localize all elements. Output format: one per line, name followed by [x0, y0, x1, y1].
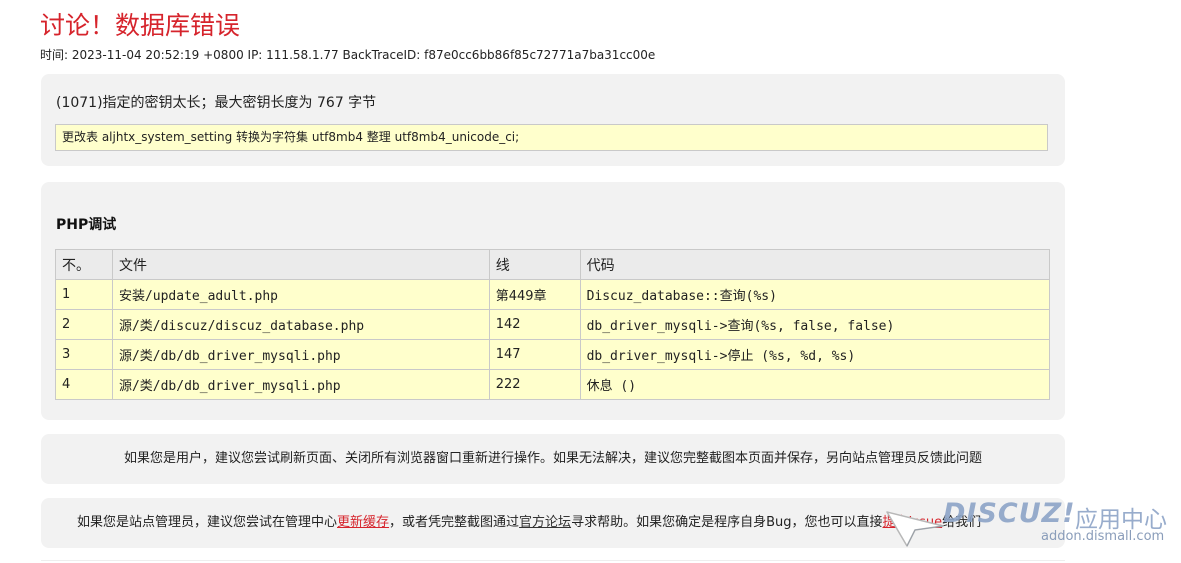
- admin-tip-part1: 如果您是站点管理员，建议您尝试在管理中心: [77, 515, 338, 530]
- error-message: (1071)指定的密钥太长；最大密钥长度为 767 字节: [56, 95, 377, 111]
- row-line: 147: [488, 339, 581, 370]
- backtrace-table: 不。 文件 线 代码 1 安装/update_adult.php 第449章 D…: [55, 249, 1051, 400]
- row-code: Discuz_database::查询(%s): [579, 279, 1051, 310]
- row-line: 第449章: [488, 279, 581, 310]
- row-file: 源/类/db/db_driver_mysqli.php: [111, 339, 490, 370]
- row-code: 休息 (): [579, 369, 1051, 400]
- page-title: 讨论！数据库错误: [40, 11, 241, 40]
- admin-tip-part2: ，或者凭完整截图通过: [389, 515, 520, 530]
- user-tip-panel: 如果您是用户，建议您尝试刷新页面、关闭所有浏览器窗口重新进行操作。如果无法解决，…: [41, 434, 1065, 484]
- col-no-header: 不。: [55, 249, 113, 280]
- official-forum-link[interactable]: 官方论坛: [519, 515, 571, 530]
- row-code: db_driver_mysqli->停止 (%s, %d, %s): [579, 339, 1051, 370]
- row-code: db_driver_mysqli->查询(%s, false, false): [579, 309, 1051, 340]
- col-code-header: 代码: [579, 249, 1051, 280]
- row-no: 2: [55, 309, 113, 340]
- table-row: 1 安装/update_adult.php 第449章 Discuz_datab…: [55, 279, 1051, 310]
- row-line: 222: [488, 369, 581, 400]
- sql-statement: 更改表 aljhtx_system_setting 转换为字符集 utf8mb4…: [55, 124, 1048, 151]
- col-file-header: 文件: [111, 249, 490, 280]
- table-row: 2 源/类/discuz/discuz_database.php 142 db_…: [55, 309, 1051, 340]
- row-file: 源/类/discuz/discuz_database.php: [111, 309, 490, 340]
- divider: [41, 560, 1065, 561]
- admin-tip-part3: 寻求帮助。如果您确定是程序自身Bug，您也可以直接: [571, 515, 883, 530]
- table-row: 3 源/类/db/db_driver_mysqli.php 147 db_dri…: [55, 339, 1051, 370]
- row-file: 源/类/db/db_driver_mysqli.php: [111, 369, 490, 400]
- admin-tip-panel: 如果您是站点管理员，建议您尝试在管理中心更新缓存，或者凭完整截图通过官方论坛寻求…: [41, 498, 1065, 548]
- error-panel: (1071)指定的密钥太长；最大密钥长度为 767 字节 更改表 aljhtx_…: [41, 74, 1065, 166]
- admin-tip-text: 如果您是站点管理员，建议您尝试在管理中心更新缓存，或者凭完整截图通过官方论坛寻求…: [77, 498, 981, 548]
- user-tip-text: 如果您是用户，建议您尝试刷新页面、关闭所有浏览器窗口重新进行操作。如果无法解决，…: [123, 451, 982, 466]
- table-row: 4 源/类/db/db_driver_mysqli.php 222 休息 (): [55, 369, 1051, 400]
- row-no: 3: [55, 339, 113, 370]
- refresh-cache-link[interactable]: 更新缓存: [337, 515, 389, 530]
- watermark-cn: 应用中心: [1075, 507, 1167, 533]
- row-no: 1: [55, 279, 113, 310]
- col-line-header: 线: [488, 249, 581, 280]
- php-debug-panel: PHP调试 不。 文件 线 代码 1 安装/update_adult.php 第…: [41, 182, 1065, 420]
- submit-issue-link[interactable]: 提交Issue: [882, 515, 942, 530]
- table-header-row: 不。 文件 线 代码: [55, 249, 1051, 280]
- admin-tip-part4: 给我们: [942, 515, 982, 530]
- row-file: 安装/update_adult.php: [111, 279, 490, 310]
- row-no: 4: [55, 369, 113, 400]
- row-line: 142: [488, 309, 581, 340]
- php-debug-title: PHP调试: [56, 217, 117, 233]
- error-meta: 时间: 2023-11-04 20:52:19 +0800 IP: 111.58…: [40, 48, 656, 62]
